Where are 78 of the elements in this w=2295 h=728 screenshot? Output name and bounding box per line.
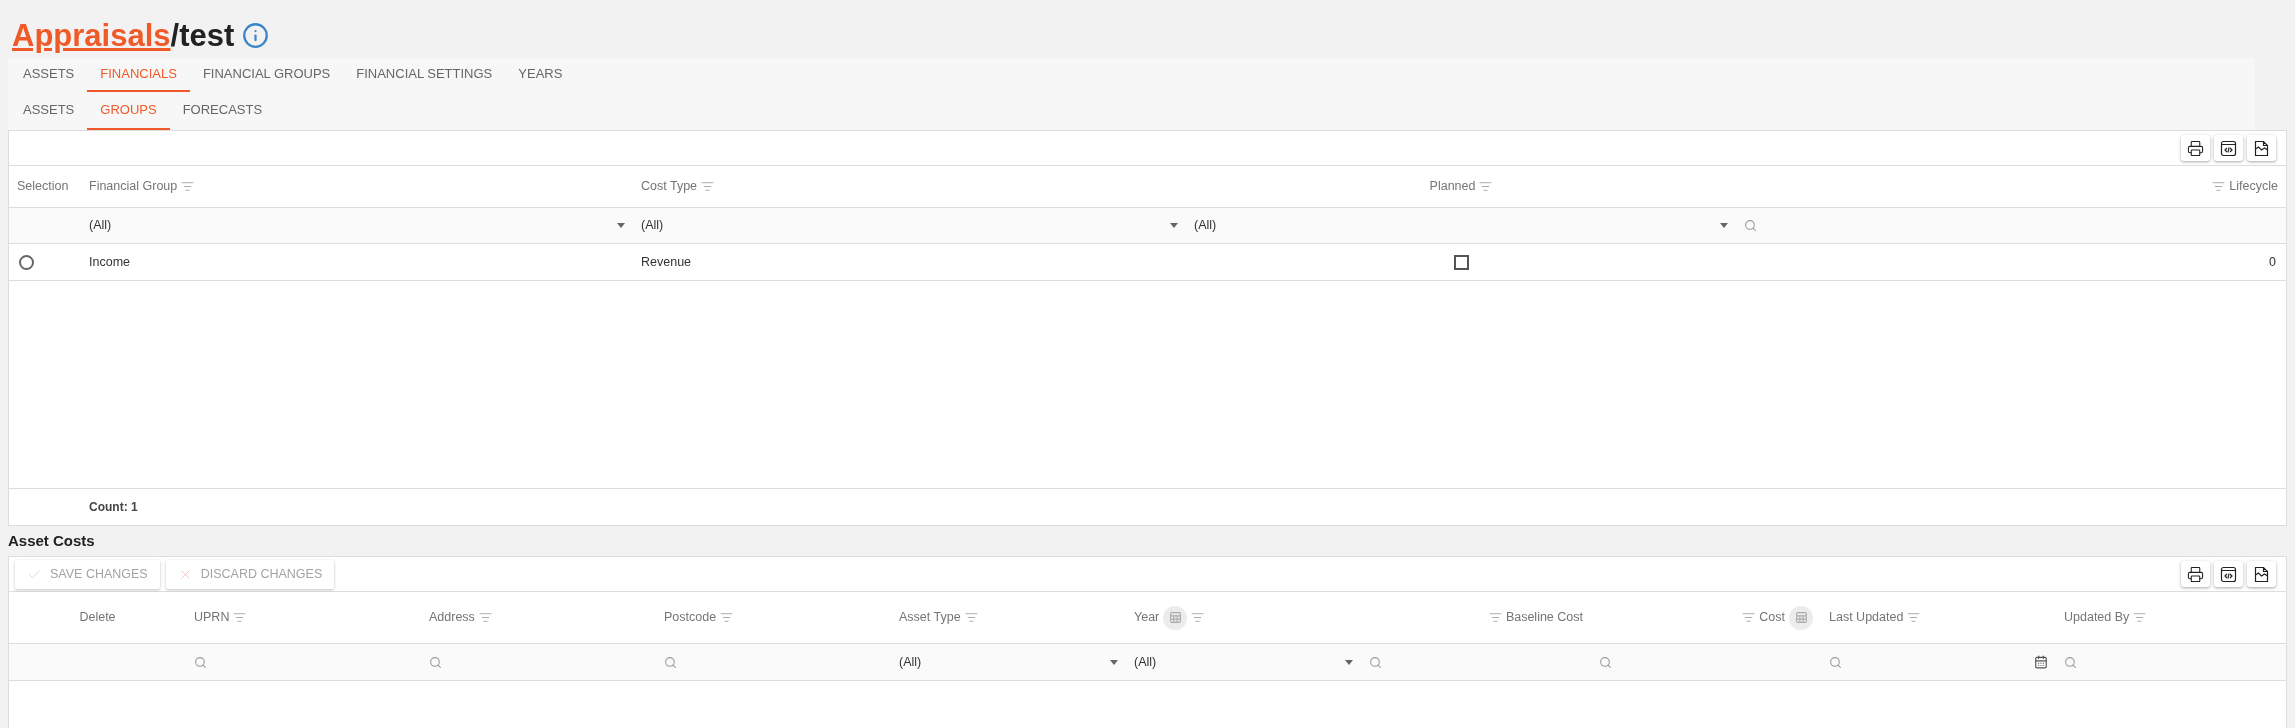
column-header[interactable]: Financial Group <box>81 166 633 207</box>
filter-dropdown[interactable]: (All) <box>1126 644 1361 680</box>
table-cell-text: Income <box>89 253 130 271</box>
column-header[interactable]: Delete <box>9 592 186 643</box>
printer-icon <box>2187 565 2204 583</box>
filter-icon[interactable] <box>720 611 734 624</box>
row-count: Count: 1 <box>89 499 138 516</box>
column-header[interactable]: Asset Type <box>891 592 1126 643</box>
code-window-icon <box>2220 565 2237 583</box>
tab[interactable]: ASSETS <box>10 92 88 130</box>
filter-dropdown[interactable]: (All) <box>1186 208 1736 243</box>
filter-icon[interactable] <box>1907 611 1921 624</box>
dropdown-caret-icon[interactable] <box>1345 659 1353 665</box>
section-title: Asset Costs <box>8 530 95 551</box>
tab[interactable]: YEARS <box>505 58 576 92</box>
filter-icon[interactable] <box>964 611 978 624</box>
column-header[interactable]: Lifecycle <box>1736 166 2286 207</box>
calendar-icon[interactable] <box>2034 655 2048 669</box>
filter-dropdown[interactable]: (All) <box>633 208 1186 243</box>
dropdown-caret-icon[interactable] <box>1720 223 1728 228</box>
column-header[interactable]: Planned <box>1186 166 1736 207</box>
filter-icon[interactable] <box>1742 611 1756 624</box>
table-cell-text: Revenue <box>641 253 692 271</box>
column-header[interactable]: Baseline Cost <box>1361 592 1591 643</box>
filter-icon[interactable] <box>233 611 247 624</box>
tab[interactable]: FINANCIALS <box>87 58 190 92</box>
column-chooser-icon[interactable] <box>1789 605 1813 630</box>
column-chooser-icon[interactable] <box>1163 605 1188 630</box>
column-header[interactable]: Postcode <box>656 592 891 643</box>
export-file-button[interactable] <box>2247 561 2276 587</box>
breadcrumb-link[interactable]: Appraisals <box>12 19 171 51</box>
filter-icon[interactable] <box>2212 180 2226 193</box>
filter-icon[interactable] <box>478 611 492 624</box>
search-icon[interactable] <box>1369 655 1382 669</box>
search-icon[interactable] <box>194 655 207 669</box>
export-code-button[interactable] <box>2214 135 2243 161</box>
document-icon <box>2254 565 2269 583</box>
filter-dropdown[interactable]: (All) <box>81 208 633 243</box>
column-header[interactable]: Address <box>421 592 656 643</box>
code-window-icon <box>2220 139 2237 157</box>
filter-icon[interactable] <box>181 180 195 193</box>
tab[interactable]: FINANCIAL SETTINGS <box>343 58 506 92</box>
column-header[interactable]: Cost Type <box>633 166 1186 207</box>
dropdown-caret-icon[interactable] <box>1170 223 1178 228</box>
search-icon[interactable] <box>1829 655 1842 669</box>
filter-icon[interactable] <box>1479 180 1493 193</box>
export-file-button[interactable] <box>2247 135 2276 161</box>
filter-icon[interactable] <box>2133 611 2147 624</box>
tab[interactable]: FINANCIAL GROUPS <box>189 58 344 92</box>
info-icon[interactable] <box>242 21 270 49</box>
column-header[interactable]: UPRN <box>186 592 421 643</box>
checkbox[interactable] <box>1453 254 1469 270</box>
filter-icon[interactable] <box>1191 611 1205 624</box>
export-code-button[interactable] <box>2214 561 2243 587</box>
filter-dropdown[interactable]: (All) <box>891 644 1126 680</box>
filter-icon[interactable] <box>1488 611 1502 624</box>
column-header[interactable]: Last Updated <box>1821 592 2056 643</box>
tab[interactable]: ASSETS <box>10 58 88 92</box>
search-icon[interactable] <box>664 655 677 669</box>
radio-button[interactable] <box>19 254 34 270</box>
column-header[interactable]: Cost <box>1591 592 1821 643</box>
table-cell-text: 0 <box>2269 253 2276 271</box>
document-icon <box>2254 139 2269 157</box>
print-button[interactable] <box>2181 561 2210 587</box>
page-title: /test <box>170 19 235 51</box>
column-header[interactable]: Year <box>1126 592 1361 643</box>
filter-icon[interactable] <box>701 180 715 193</box>
dropdown-caret-icon[interactable] <box>617 223 625 228</box>
search-icon[interactable] <box>1599 655 1612 669</box>
dropdown-caret-icon[interactable] <box>1110 659 1118 665</box>
print-button[interactable] <box>2181 135 2210 161</box>
search-icon[interactable] <box>1744 219 1757 232</box>
search-icon[interactable] <box>2064 655 2077 669</box>
column-header[interactable]: Selection <box>9 166 81 207</box>
tab[interactable]: FORECASTS <box>169 92 276 130</box>
search-icon[interactable] <box>429 655 442 669</box>
column-header[interactable]: Updated By <box>2056 592 2286 643</box>
printer-icon <box>2187 139 2204 157</box>
